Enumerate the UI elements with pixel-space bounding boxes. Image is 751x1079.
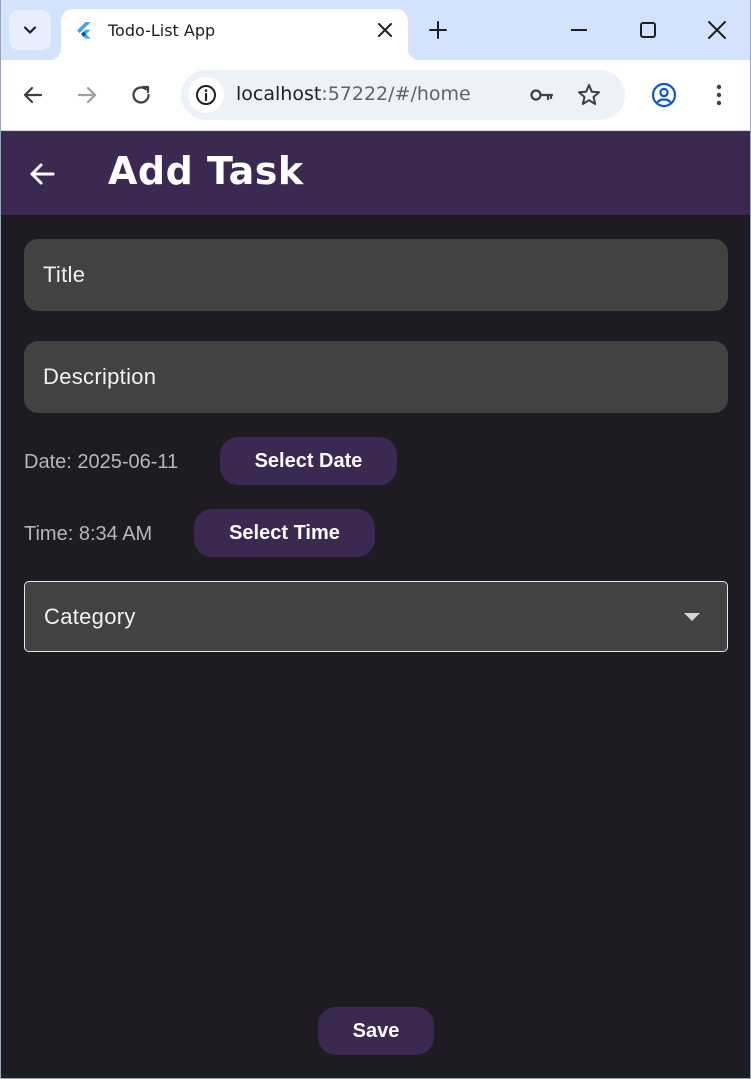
maximize-icon[interactable] [636, 18, 660, 42]
flutter-icon [77, 22, 91, 39]
select-date-button[interactable]: Select Date [220, 437, 397, 485]
star-icon[interactable] [576, 82, 602, 108]
description-placeholder: Description [43, 364, 157, 389]
title-field[interactable]: Title [24, 239, 728, 311]
browser-toolbar: localhost:57222/#/home [1, 60, 750, 131]
app-bar: Add Task [1, 131, 750, 215]
url-text: localhost:57222/#/home [236, 83, 471, 105]
forward-icon[interactable] [74, 82, 100, 108]
page-title: Add Task [108, 149, 304, 193]
url-path: :57222/#/home [321, 83, 471, 105]
reload-icon[interactable] [128, 82, 154, 108]
minimize-icon[interactable] [567, 18, 591, 42]
time-text: Time: 8:34 AM [24, 523, 153, 545]
more-vert-icon[interactable] [706, 82, 732, 108]
save-button[interactable]: Save [318, 1007, 434, 1055]
category-dropdown[interactable]: Category [24, 581, 728, 652]
info-icon [196, 85, 216, 105]
url-host: localhost [236, 83, 322, 105]
tab-search-button[interactable] [9, 10, 51, 50]
caret-down-icon [684, 613, 700, 621]
key-icon[interactable] [528, 82, 554, 108]
site-info-button[interactable] [188, 77, 224, 113]
description-field[interactable]: Description [24, 341, 728, 413]
tab-strip: Todo-List App [1, 0, 750, 60]
account-circle-icon[interactable] [651, 82, 677, 108]
category-placeholder: Category [44, 604, 136, 629]
select-time-button[interactable]: Select Time [194, 509, 375, 557]
title-placeholder: Title [43, 262, 86, 287]
plus-icon[interactable] [426, 18, 450, 42]
date-text: Date: 2025-06-11 [24, 451, 179, 473]
browser-window: Todo-List App localhost:57222/#/home Add… [0, 0, 751, 1079]
tab-todo-list-app[interactable]: Todo-List App [49, 9, 420, 60]
chevron-down-icon [23, 26, 37, 34]
close-window-icon[interactable] [705, 18, 729, 42]
address-bar[interactable]: localhost:57222/#/home [181, 70, 625, 120]
tab-title: Todo-List App [108, 21, 216, 40]
arrow-left-icon[interactable] [27, 159, 57, 189]
back-icon[interactable] [20, 82, 46, 108]
close-icon[interactable] [376, 21, 394, 39]
